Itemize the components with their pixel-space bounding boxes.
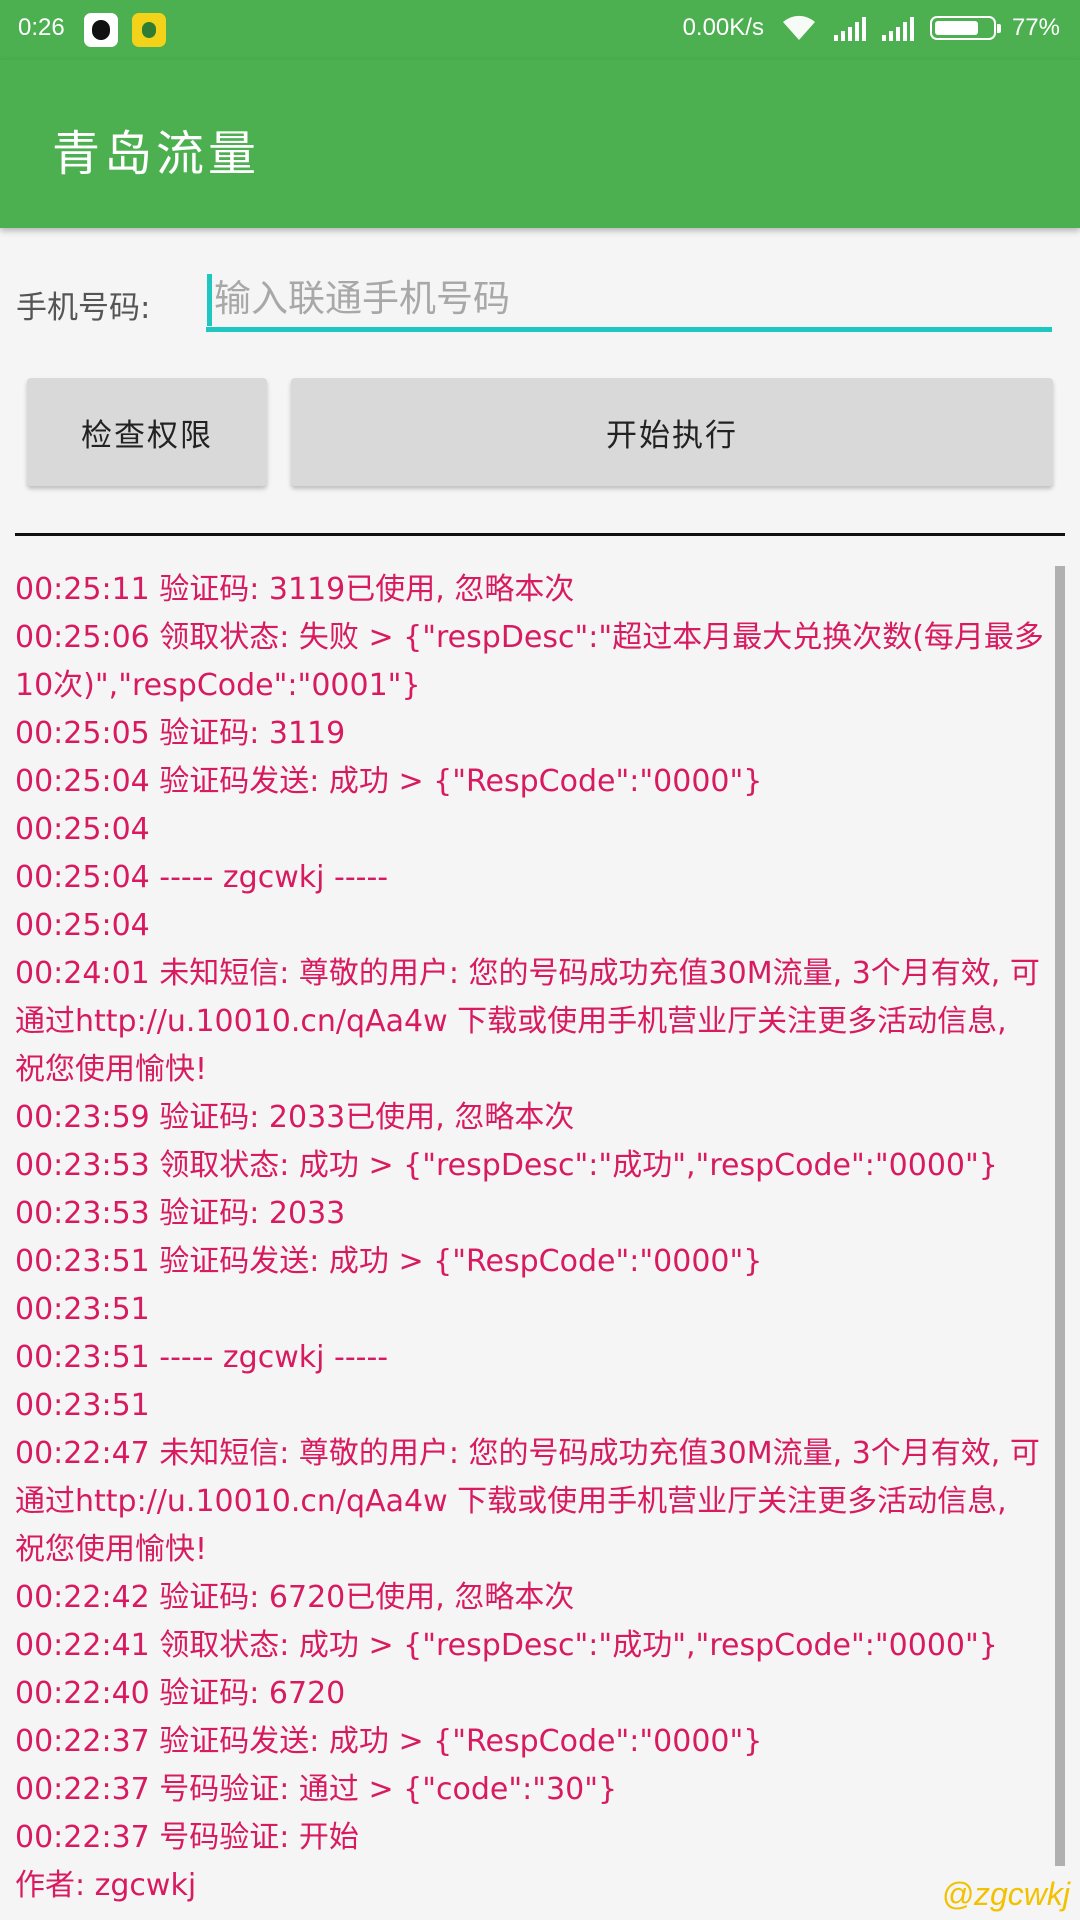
log-line: 00:22:37 号码验证: 开始 [15, 1820, 359, 1855]
divider [15, 533, 1065, 536]
log-line: 00:23:51 验证码发送: 成功 > {"RespCode":"0000"} [15, 1244, 763, 1279]
log-line: 00:22:40 验证码: 6720 [15, 1676, 346, 1711]
log-line: 00:23:53 验证码: 2033 [15, 1196, 346, 1231]
log-line: 00:23:59 验证码: 2033已使用, 忽略本次 [15, 1100, 575, 1135]
log-line: 00:23:51 [15, 1292, 150, 1327]
log-line: 00:25:04 [15, 812, 150, 847]
status-bar: 0:26 0.00K/s 77% [0, 0, 1080, 60]
log-scrollbar[interactable] [1055, 566, 1065, 1866]
wifi-icon [782, 15, 815, 41]
log-output[interactable]: 00:25:11 验证码: 3119已使用, 忽略本次 00:25:06 领取状态… [15, 566, 1045, 1906]
log-line: 00:22:42 验证码: 6720已使用, 忽略本次 [15, 1580, 575, 1615]
app-title: 青岛流量 [52, 126, 261, 182]
log-line: 00:25:06 领取状态: 失败 > {"respDesc":"超过本月最大兑… [15, 620, 1044, 703]
status-right-group: 0.00K/s 77% [683, 14, 1060, 42]
phone-input[interactable] [206, 270, 1052, 332]
qq-music-icon [132, 13, 166, 47]
battery-percent: 77% [1011, 14, 1060, 41]
signal-icon [833, 15, 866, 41]
log-line: 00:25:04 ----- zgcwkj ----- [15, 860, 389, 895]
log-line: 作者: zgcwkj [15, 1868, 197, 1903]
start-button[interactable]: 开始执行 [291, 378, 1053, 486]
log-line: 00:23:53 领取状态: 成功 > {"respDesc":"成功","re… [15, 1148, 998, 1183]
log-line: 00:25:04 [15, 908, 150, 943]
log-line: 00:24:01 未知短信: 尊敬的用户: 您的号码成功充值30M流量, 3个月… [15, 956, 1040, 1087]
log-line: 00:23:51 ----- zgcwkj ----- [15, 1340, 389, 1375]
phone-label: 手机号码: [16, 290, 151, 326]
log-line: 00:25:05 验证码: 3119 [15, 716, 346, 751]
battery-icon [929, 16, 1001, 40]
net-speed: 0.00K/s [682, 14, 764, 41]
log-line: 00:23:51 [15, 1388, 150, 1423]
battery-fill [934, 21, 978, 35]
log-line: 00:25:11 验证码: 3119已使用, 忽略本次 [15, 572, 575, 607]
log-line: 00:22:37 号码验证: 通过 > {"code":"30"} [15, 1772, 618, 1807]
app-bar: 青岛流量 [0, 60, 1080, 228]
log-line: 00:22:41 领取状态: 成功 > {"respDesc":"成功","re… [15, 1628, 998, 1663]
qq-icon [84, 13, 118, 47]
watermark: @zgcwkj [941, 1876, 1071, 1912]
check-permission-button[interactable]: 检查权限 [27, 378, 267, 486]
status-time: 0:26 [18, 14, 65, 41]
signal-icon [881, 15, 914, 41]
log-line: 00:25:04 验证码发送: 成功 > {"RespCode":"0000"} [15, 764, 763, 799]
text-cursor [207, 274, 212, 326]
log-line: 00:22:47 未知短信: 尊敬的用户: 您的号码成功充值30M流量, 3个月… [15, 1436, 1040, 1567]
log-line: 00:22:37 验证码发送: 成功 > {"RespCode":"0000"} [15, 1724, 763, 1759]
